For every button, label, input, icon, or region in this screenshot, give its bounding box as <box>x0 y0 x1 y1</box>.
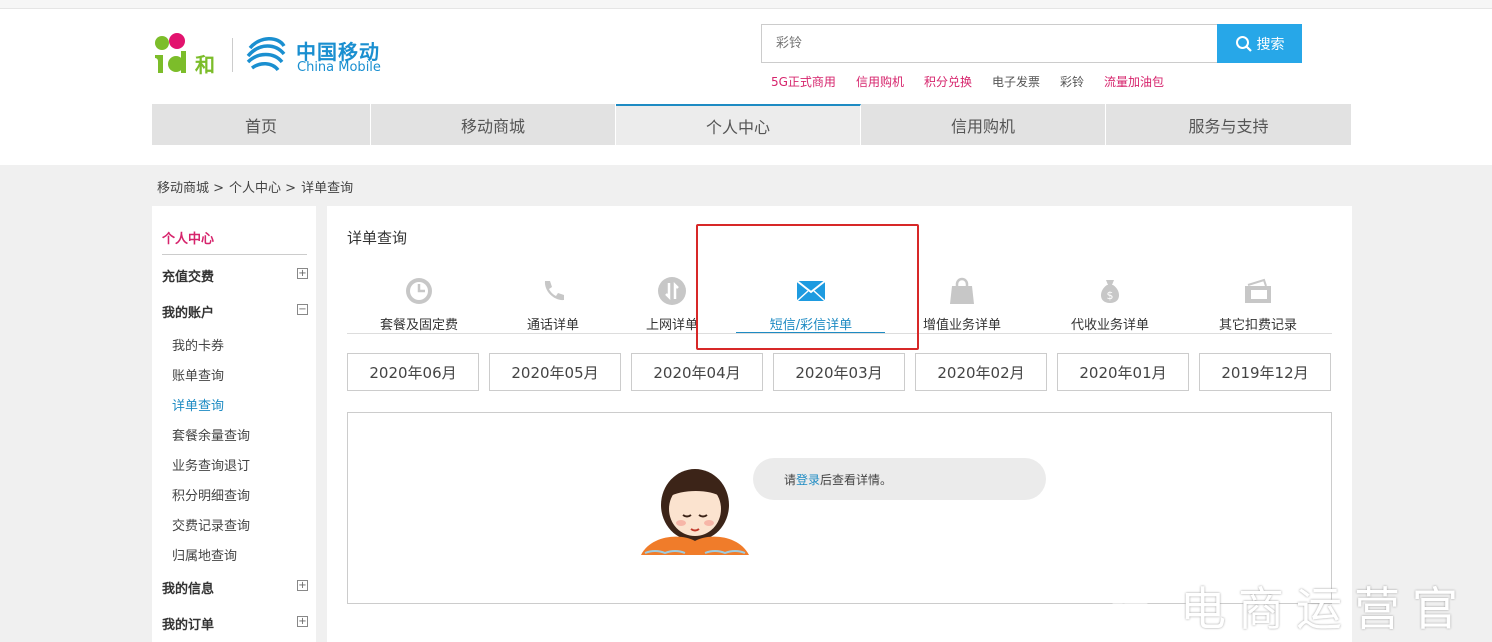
month-button[interactable]: 2020年03月 <box>773 353 905 391</box>
top-strip <box>0 0 1492 9</box>
nav-home[interactable]: 首页 <box>152 104 371 145</box>
sidebar-group-account[interactable]: 我的账户 <box>162 302 214 321</box>
expand-icon[interactable]: + <box>297 580 308 591</box>
month-button[interactable]: 2020年04月 <box>631 353 763 391</box>
breadcrumb-personal-center[interactable]: 个人中心 > <box>229 177 296 196</box>
search-icon <box>1235 35 1252 52</box>
login-link[interactable]: 登录 <box>796 471 820 488</box>
nav-credit-phone[interactable]: 信用购机 <box>861 104 1106 145</box>
svg-text:和: 和 <box>195 53 215 75</box>
sidebar-item-payment-records[interactable]: 交费记录查询 <box>172 515 250 534</box>
sidebar-item-bill[interactable]: 账单查询 <box>172 365 224 384</box>
moneybag-icon: $ <box>1100 280 1120 303</box>
tab-package-fee[interactable]: 套餐及固定费 <box>371 276 467 333</box>
hot-search-link[interactable]: 5G正式商用 <box>771 73 836 90</box>
tabs-divider <box>347 333 1332 334</box>
login-prompt-bubble: 请登录 后查看详情。 <box>753 458 1046 500</box>
hot-search-link[interactable]: 彩铃 <box>1060 73 1084 90</box>
hot-search-link[interactable]: 信用购机 <box>856 73 904 90</box>
tab-label: 套餐及固定费 <box>379 318 458 333</box>
data-icon <box>658 277 686 305</box>
search-input[interactable] <box>762 25 1218 62</box>
hot-search-links: 5G正式商用 信用购机 积分兑换 电子发票 彩铃 流量加油包 <box>771 73 1164 90</box>
search-button-label: 搜索 <box>1256 36 1285 53</box>
hot-search-link[interactable]: 流量加油包 <box>1104 73 1164 90</box>
tab-label: 通话详单 <box>526 318 579 333</box>
and-logo-icon: 和 <box>155 33 215 75</box>
month-button[interactable]: 2019年12月 <box>1199 353 1331 391</box>
sidebar-item-points[interactable]: 积分明细查询 <box>172 485 250 504</box>
breadcrumb: 移动商城 > 个人中心 > 详单查询 <box>157 177 353 196</box>
sidebar-item-coupons[interactable]: 我的卡券 <box>172 335 224 354</box>
wallet-icon <box>1245 278 1271 303</box>
tab-other-charges[interactable]: 其它扣费记录 <box>1216 276 1300 333</box>
tab-label: 短信/彩信详单 <box>769 318 853 333</box>
breadcrumb-current: 详单查询 <box>301 181 354 196</box>
page-title: 详单查询 <box>347 229 408 247</box>
login-prompt-prefix: 请 <box>784 472 797 487</box>
month-button[interactable]: 2020年06月 <box>347 353 479 391</box>
search-button[interactable]: 搜索 <box>1217 24 1302 63</box>
svg-text:$: $ <box>1107 289 1114 302</box>
sidebar-group-my-info[interactable]: 我的信息 <box>162 578 214 597</box>
sidebar-item-detail-query[interactable]: 详单查询 <box>172 395 224 414</box>
hot-search-link[interactable]: 积分兑换 <box>924 73 972 90</box>
envelope-icon <box>796 280 826 302</box>
month-button[interactable]: 2020年01月 <box>1057 353 1189 391</box>
breadcrumb-mall[interactable]: 移动商城 > <box>157 177 224 196</box>
hot-search-link[interactable]: 电子发票 <box>992 73 1040 90</box>
month-button[interactable]: 2020年02月 <box>915 353 1047 391</box>
logo-separator <box>232 38 233 72</box>
sidebar-group-recharge[interactable]: 充值交费 <box>162 266 214 285</box>
clock-icon <box>406 278 432 304</box>
month-button[interactable]: 2020年05月 <box>489 353 621 391</box>
tab-call-detail[interactable]: 通话详单 <box>517 276 589 333</box>
nav-mall[interactable]: 移动商城 <box>371 104 616 145</box>
girl-reading-illustration-icon <box>641 469 749 555</box>
tab-sms-mms-detail[interactable]: 短信/彩信详单 <box>763 276 859 333</box>
tab-label: 代收业务详单 <box>1070 318 1149 333</box>
tab-value-added-detail[interactable]: 增值业务详单 <box>920 276 1004 333</box>
nav-service-support[interactable]: 服务与支持 <box>1106 104 1351 145</box>
main-nav: 首页 移动商城 个人中心 信用购机 服务与支持 <box>152 104 1351 145</box>
expand-icon[interactable]: + <box>297 616 308 627</box>
tab-label: 增值业务详单 <box>922 318 1001 333</box>
sidebar-group-my-orders[interactable]: 我的订单 <box>162 614 214 633</box>
china-mobile-logo-icon <box>246 37 286 72</box>
tab-collection-detail[interactable]: $ 代收业务详单 <box>1068 276 1152 333</box>
brand-name-en: China Mobile <box>297 60 381 75</box>
sidebar-item-location[interactable]: 归属地查询 <box>172 545 237 564</box>
bag-icon <box>950 277 974 304</box>
collapse-icon[interactable]: − <box>297 304 308 315</box>
sidebar-item-plan-balance[interactable]: 套餐余量查询 <box>172 425 250 444</box>
tab-data-detail[interactable]: 上网详单 <box>639 276 705 333</box>
login-prompt-suffix: 后查看详情。 <box>820 472 893 487</box>
watermark-text: 电商运营官 <box>1180 582 1470 636</box>
phone-icon <box>544 281 564 301</box>
tab-label: 其它扣费记录 <box>1218 318 1297 333</box>
expand-icon[interactable]: + <box>297 268 308 279</box>
tab-label: 上网详单 <box>645 318 698 333</box>
search-box[interactable] <box>761 24 1219 63</box>
sidebar-title[interactable]: 个人中心 <box>162 228 214 247</box>
sidebar-item-service-unsubscribe[interactable]: 业务查询退订 <box>172 455 250 474</box>
month-selector: 2020年06月 2020年05月 2020年04月 2020年03月 2020… <box>347 353 1331 391</box>
nav-personal-center[interactable]: 个人中心 <box>616 104 861 145</box>
sidebar: 个人中心 充值交费 + 我的账户 − 我的卡券 账单查询 详单查询 套餐余量查询… <box>152 206 316 642</box>
sidebar-divider <box>162 254 307 255</box>
